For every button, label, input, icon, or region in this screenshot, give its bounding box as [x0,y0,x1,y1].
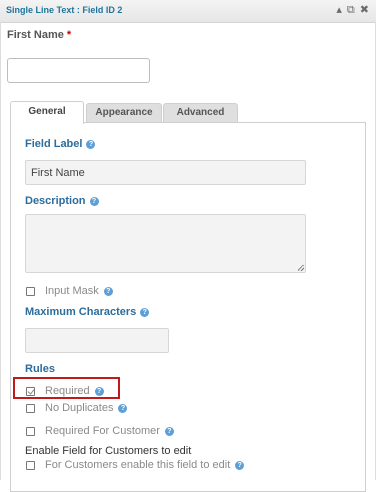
resize-grip-icon[interactable] [298,265,304,271]
help-icon[interactable]: ? [235,460,245,470]
required-customer-checkbox[interactable] [26,426,35,436]
close-icon[interactable]: ✖ [360,4,369,16]
rules-title: Rules [25,363,55,375]
preview-first-name-input[interactable] [7,58,150,83]
no-duplicates-option: No Duplicates ? [26,402,128,414]
help-icon[interactable]: ? [164,426,174,436]
field-header: Single Line Text : Field ID 2 ▴ ⧉ ✖ [0,0,376,23]
description-title: Description [25,195,86,207]
preview-field-label: First Name * [7,29,71,41]
help-icon[interactable]: ? [118,403,128,413]
field-label-heading: Field Label ? [25,138,96,150]
max-chars-input[interactable] [25,328,169,353]
required-customer-label: Required For Customer [45,425,160,437]
required-label: Required [45,385,90,397]
input-mask-label: Input Mask [45,285,99,297]
tab-appearance[interactable]: Appearance [86,103,162,123]
field-label-title: Field Label [25,138,83,150]
field-label-input[interactable]: First Name [25,160,306,185]
field-header-title: Single Line Text : Field ID 2 [6,5,123,15]
tab-general[interactable]: General [10,101,84,124]
max-chars-heading: Maximum Characters ? [25,306,150,318]
description-textarea[interactable] [25,214,306,273]
preview-label-text: First Name [7,29,64,41]
required-customer-option: Required For Customer ? [26,425,174,437]
input-mask-option: Input Mask ? [26,285,113,297]
required-option: Required ? [26,385,104,397]
collapse-triangle-icon[interactable]: ▴ [336,4,342,16]
help-icon[interactable]: ? [94,386,104,396]
help-icon[interactable]: ? [103,286,113,296]
help-icon[interactable]: ? [89,196,99,206]
required-checkbox[interactable] [26,386,35,396]
help-icon[interactable]: ? [86,139,96,149]
duplicate-icon[interactable]: ⧉ [347,4,355,16]
no-duplicates-label: No Duplicates [45,402,114,414]
enable-customers-label: For Customers enable this field to edit [45,459,231,471]
tab-advanced[interactable]: Advanced [163,103,238,123]
panel-border-left [0,22,1,480]
no-duplicates-checkbox[interactable] [26,403,35,413]
enable-customers-heading: Enable Field for Customers to edit [25,445,192,457]
rules-heading: Rules [25,363,55,375]
input-mask-checkbox[interactable] [26,286,35,296]
help-icon[interactable]: ? [140,307,150,317]
enable-customers-checkbox[interactable] [26,460,35,470]
description-heading: Description ? [25,195,99,207]
max-chars-title: Maximum Characters [25,306,137,318]
enable-customers-option: For Customers enable this field to edit … [26,459,245,471]
header-actions: ▴ ⧉ ✖ [336,4,369,16]
required-asterisk: * [66,29,72,41]
